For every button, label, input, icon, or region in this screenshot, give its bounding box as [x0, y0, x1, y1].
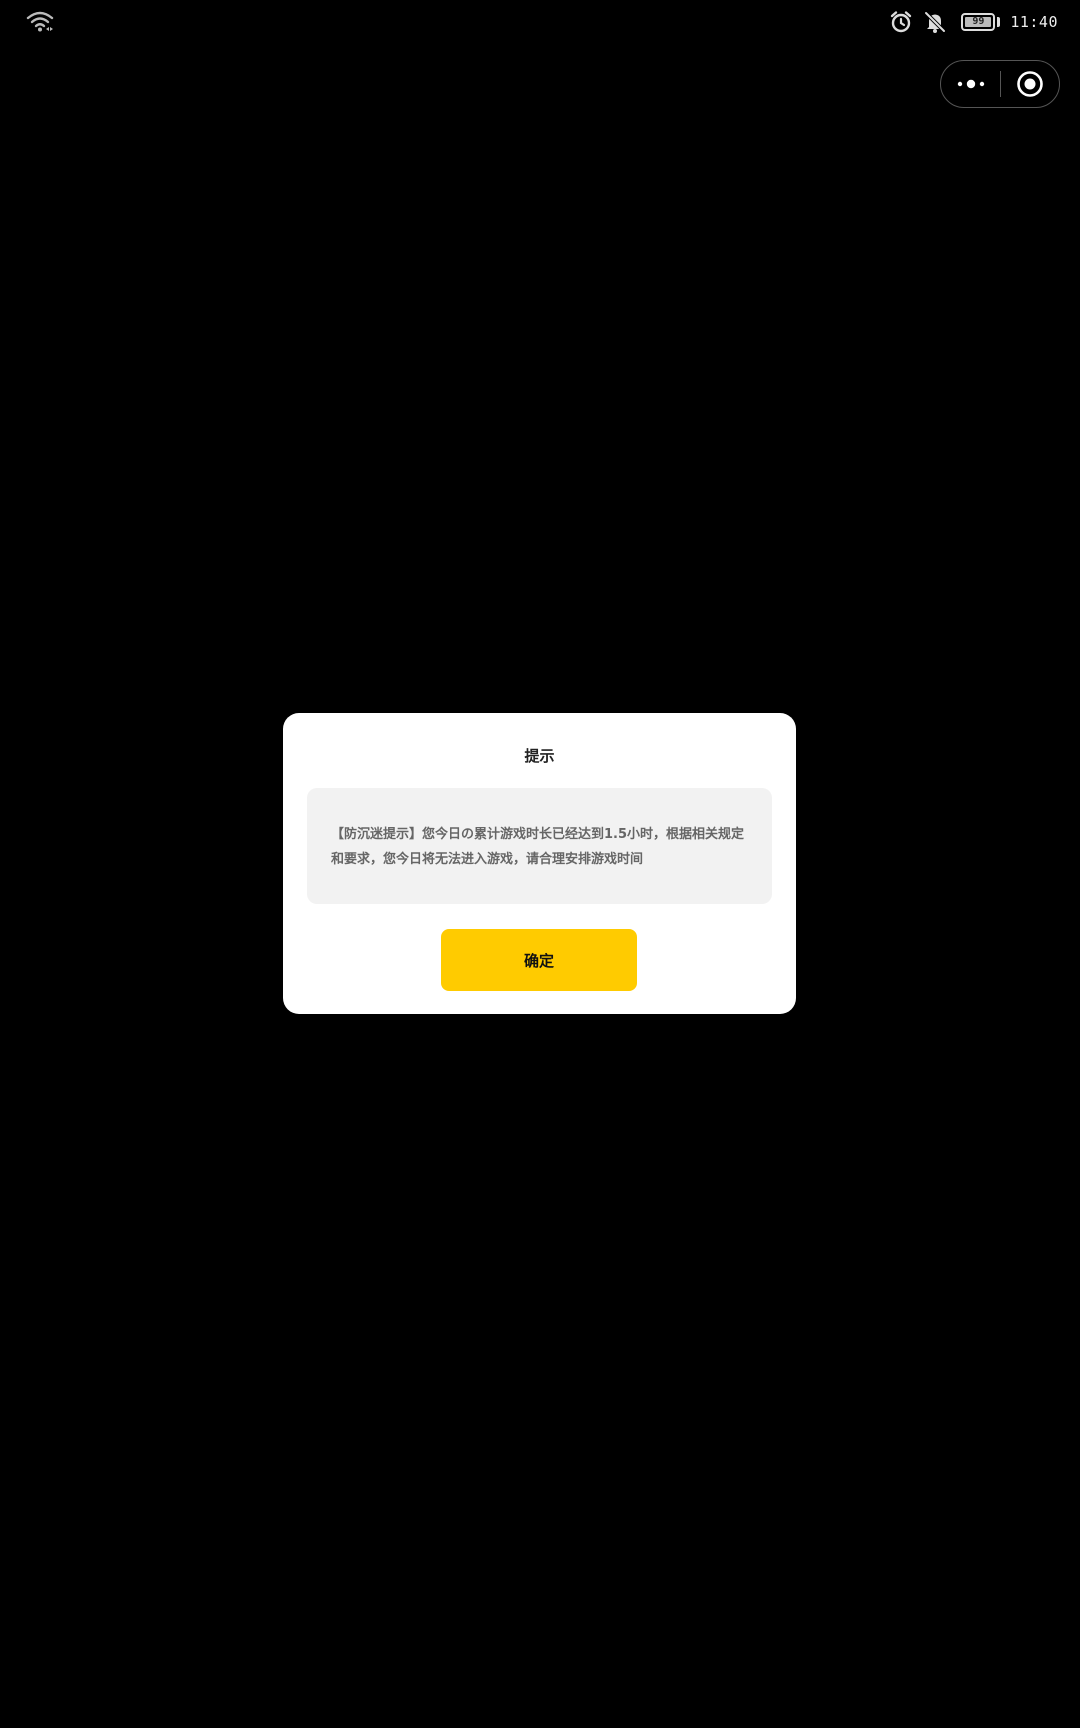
- anti-addiction-dialog: 提示 【防沉迷提示】您今日の累计游戏时长已经达到1.5小时，根据相关规定和要求，…: [283, 713, 796, 1014]
- battery-tip: [997, 17, 1001, 27]
- battery-icon: 99: [961, 13, 996, 31]
- status-icons: 99 11:40: [889, 9, 1058, 35]
- close-target-icon: [1017, 70, 1043, 97]
- more-dots-icon: [957, 79, 984, 88]
- dialog-title: 提示: [524, 747, 555, 765]
- alarm-icon: [891, 11, 912, 33]
- bell-off-icon: [924, 11, 946, 33]
- status-time: 11:40: [1010, 13, 1058, 31]
- more-button[interactable]: [941, 61, 1000, 106]
- capsule-menu: [940, 60, 1060, 108]
- dialog-message-box: 【防沉迷提示】您今日の累计游戏时长已经达到1.5小时，根据相关规定和要求，您今日…: [307, 788, 772, 904]
- battery-level: 99: [972, 16, 985, 27]
- wifi-icon: [26, 11, 54, 32]
- close-button[interactable]: [1001, 61, 1059, 106]
- dialog-message: 【防沉迷提示】您今日の累计游戏时长已经达到1.5小时，根据相关规定和要求，您今日…: [331, 827, 745, 867]
- confirm-button[interactable]: 确定: [441, 929, 637, 991]
- status-bar: 99 11:40: [0, 0, 1080, 44]
